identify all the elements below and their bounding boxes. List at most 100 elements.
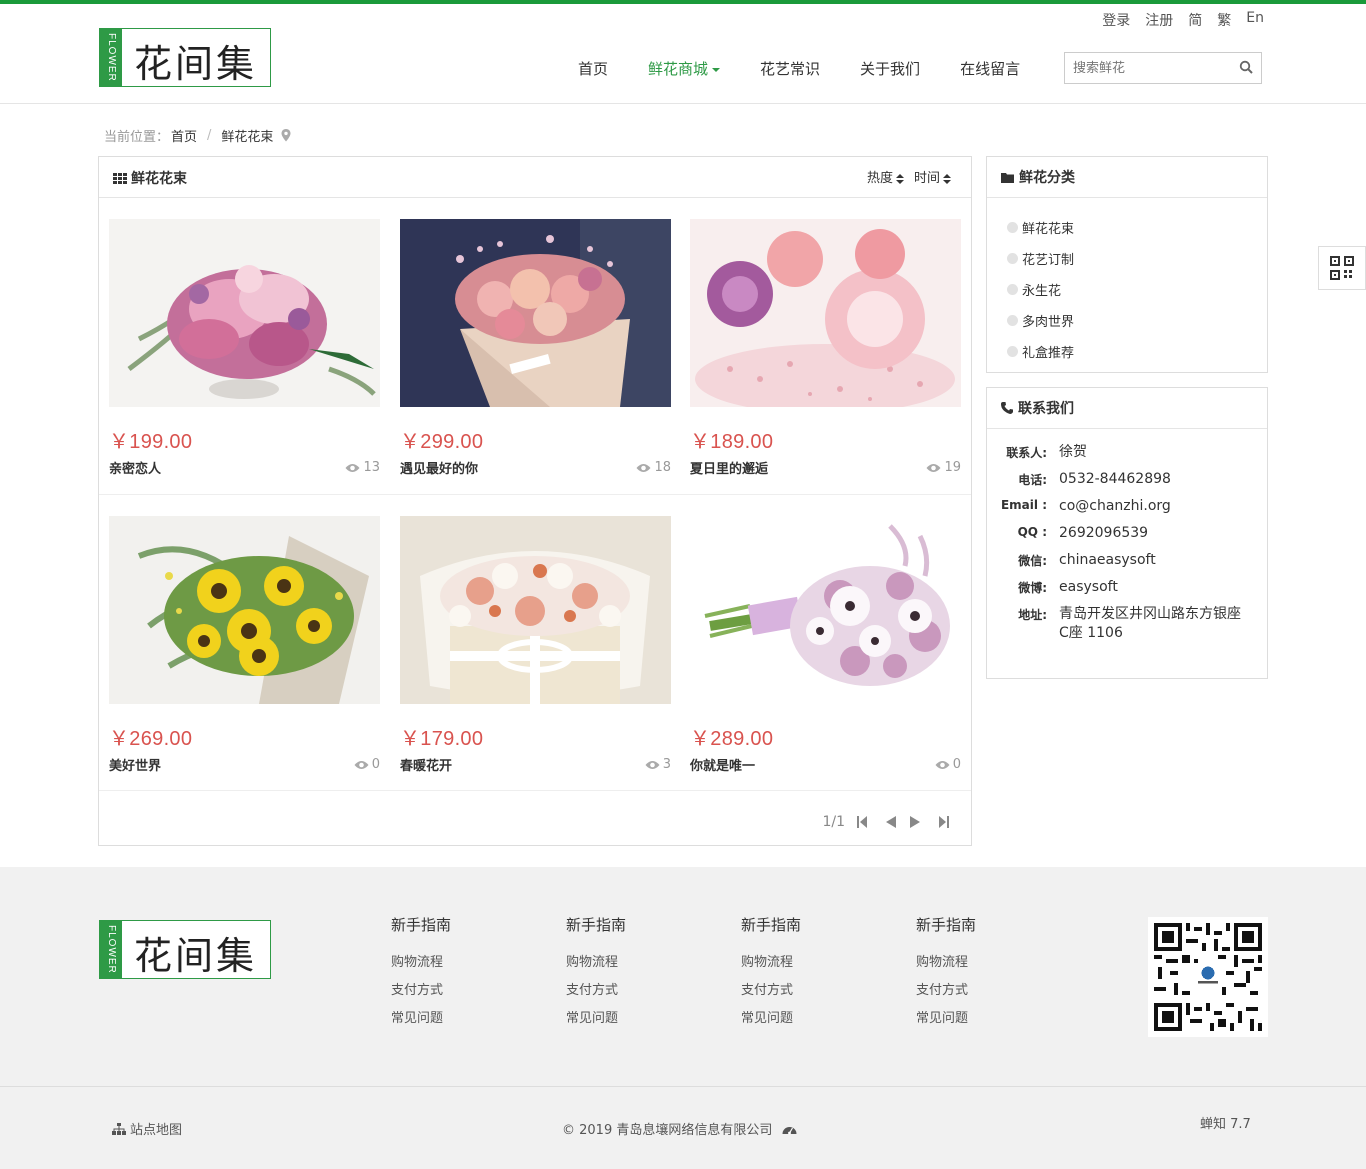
product-image-gerbera-bouquet[interactable]	[690, 516, 961, 704]
first-page-icon[interactable]	[857, 816, 867, 828]
product-price: ￥199.00	[109, 431, 193, 453]
nav-item-message[interactable]: 在线留言	[940, 58, 1040, 79]
category-item[interactable]: 多肉世界	[1007, 305, 1247, 336]
footer-link[interactable]: 常见问题	[916, 1005, 1091, 1033]
logo-side-text: FLOWER	[100, 29, 122, 86]
view-count: 19	[926, 458, 961, 477]
product-card[interactable]: ￥289.00 你就是唯一 0	[690, 516, 961, 774]
sitemap-icon	[112, 1122, 126, 1135]
category-label: 多肉世界	[1022, 315, 1075, 330]
login-link[interactable]: 登录	[1102, 10, 1130, 30]
product-title[interactable]: 春暖花开	[400, 755, 452, 774]
nav-item-home[interactable]: 首页	[558, 58, 628, 79]
product-card[interactable]: ￥189.00 夏日里的邂逅 19	[690, 219, 961, 477]
breadcrumb-current[interactable]: 鲜花花束	[221, 126, 273, 145]
category-item[interactable]: 花艺订制	[1007, 243, 1247, 274]
product-list-panel: 鲜花花束 热度 时间 ￥199.00 亲密恋人 13 ￥299.00 遇见最好的…	[98, 156, 972, 846]
breadcrumb: 当前位置： 首页 / 鲜花花束	[104, 126, 291, 145]
contact-label: 微博:	[1018, 581, 1047, 595]
footer-link[interactable]: 支付方式	[741, 977, 916, 1005]
product-image-rose-bouquet[interactable]	[400, 219, 671, 407]
logo-name: 花间集	[134, 934, 258, 978]
top-links: 登录 注册 简 繁 En	[1102, 10, 1264, 30]
sort-by-time[interactable]: 时间	[914, 167, 951, 186]
product-price: ￥269.00	[109, 728, 193, 750]
category-item[interactable]: 礼盒推荐	[1007, 336, 1247, 367]
category-item[interactable]: 鲜花花束	[1007, 212, 1247, 243]
product-image-lily-bouquet[interactable]	[109, 219, 380, 407]
product-image-flower-box[interactable]	[400, 516, 671, 704]
eye-icon	[636, 463, 651, 472]
lang-simplified-link[interactable]: 简	[1188, 10, 1202, 30]
contact-email-link[interactable]: co@chanzhi.org	[1059, 497, 1249, 516]
contact-list: 联系人: 徐贺 电话: 0532-84462898 Email : co@chanzh…	[987, 429, 1267, 643]
search-icon[interactable]	[1239, 60, 1253, 74]
product-image-pink-roses[interactable]	[690, 219, 961, 407]
logo-side-text: FLOWER	[100, 921, 122, 978]
bullet-icon	[1007, 253, 1018, 264]
product-image-sunflower-bouquet[interactable]	[109, 516, 380, 704]
product-title[interactable]: 美好世界	[109, 755, 161, 774]
product-title[interactable]: 夏日里的邂逅	[690, 458, 768, 477]
eye-icon	[935, 760, 950, 769]
lang-traditional-link[interactable]: 繁	[1217, 10, 1231, 30]
footer-link[interactable]: 常见问题	[566, 1005, 741, 1033]
eye-icon	[354, 760, 369, 769]
product-title[interactable]: 你就是唯一	[690, 755, 755, 774]
contact-value: 青岛开发区井冈山路东方银座C座 1106	[1059, 606, 1241, 641]
footer-link[interactable]: 支付方式	[391, 977, 566, 1005]
dashboard-icon[interactable]	[782, 1123, 797, 1135]
search-input[interactable]	[1065, 53, 1225, 83]
nav-label: 花艺常识	[760, 60, 821, 78]
footer-column: 新手指南 购物流程 支付方式 常见问题	[741, 914, 916, 1033]
next-page-icon[interactable]	[909, 816, 921, 828]
product-card[interactable]: ￥269.00 美好世界 0	[109, 516, 380, 774]
floating-qrcode-button[interactable]	[1318, 246, 1366, 290]
product-card[interactable]: ￥179.00 春暖花开 3	[400, 516, 671, 774]
contact-row: Email : co@chanzhi.org	[987, 497, 1267, 516]
sort-label: 时间	[913, 171, 940, 186]
nav-label: 鲜花商城	[648, 60, 709, 78]
nav-item-knowledge[interactable]: 花艺常识	[740, 58, 840, 79]
panel-title-text: 鲜花花束	[131, 171, 187, 187]
footer-link[interactable]: 支付方式	[916, 977, 1091, 1005]
contact-label: 微信:	[1018, 554, 1047, 568]
footer-column-title: 新手指南	[741, 916, 802, 934]
footer-logo[interactable]: FLOWER 花间集	[99, 920, 271, 979]
prev-page-icon[interactable]	[885, 816, 897, 828]
footer-link[interactable]: 购物流程	[391, 949, 566, 977]
powered-by-link[interactable]: 蝉知 7.7	[1200, 1113, 1251, 1132]
product-card[interactable]: ￥299.00 遇见最好的你 18	[400, 219, 671, 477]
contact-value: 2692096539	[1059, 525, 1149, 541]
sort-by-popularity[interactable]: 热度	[867, 167, 904, 186]
breadcrumb-home[interactable]: 首页	[171, 126, 197, 145]
nav-item-shop[interactable]: 鲜花商城	[628, 58, 740, 79]
footer-column: 新手指南 购物流程 支付方式 常见问题	[391, 914, 566, 1033]
product-card[interactable]: ￥199.00 亲密恋人 13	[109, 219, 380, 477]
sort-icon	[895, 173, 904, 184]
site-logo[interactable]: FLOWER 花间集	[99, 28, 271, 87]
contact-panel-header: 联系我们	[987, 388, 1267, 429]
footer-link[interactable]: 常见问题	[391, 1005, 566, 1033]
register-link[interactable]: 注册	[1145, 10, 1173, 30]
footer-column-title: 新手指南	[916, 916, 977, 934]
nav-item-about[interactable]: 关于我们	[840, 58, 940, 79]
sort-controls: 热度 时间	[867, 167, 951, 186]
sitemap-link[interactable]: 站点地图	[112, 1119, 182, 1138]
contact-value: easysoft	[1059, 579, 1118, 595]
last-page-icon[interactable]	[939, 816, 949, 828]
product-title[interactable]: 亲密恋人	[109, 458, 161, 477]
lang-english-link[interactable]: En	[1246, 10, 1264, 30]
product-title[interactable]: 遇见最好的你	[400, 458, 478, 477]
footer-columns: 新手指南 购物流程 支付方式 常见问题 新手指南 购物流程 支付方式 常见问题 …	[391, 914, 1091, 1033]
footer-link[interactable]: 购物流程	[916, 949, 1091, 977]
contact-label: 地址:	[1018, 608, 1047, 622]
category-item[interactable]: 永生花	[1007, 274, 1247, 305]
main-nav: 首页 鲜花商城 花艺常识 关于我们 在线留言	[558, 58, 1040, 79]
phone-icon	[1001, 402, 1013, 414]
footer-column: 新手指南 购物流程 支付方式 常见问题	[566, 914, 741, 1033]
footer-link[interactable]: 支付方式	[566, 977, 741, 1005]
footer-link[interactable]: 购物流程	[741, 949, 916, 977]
footer-link[interactable]: 购物流程	[566, 949, 741, 977]
footer-link[interactable]: 常见问题	[741, 1005, 916, 1033]
